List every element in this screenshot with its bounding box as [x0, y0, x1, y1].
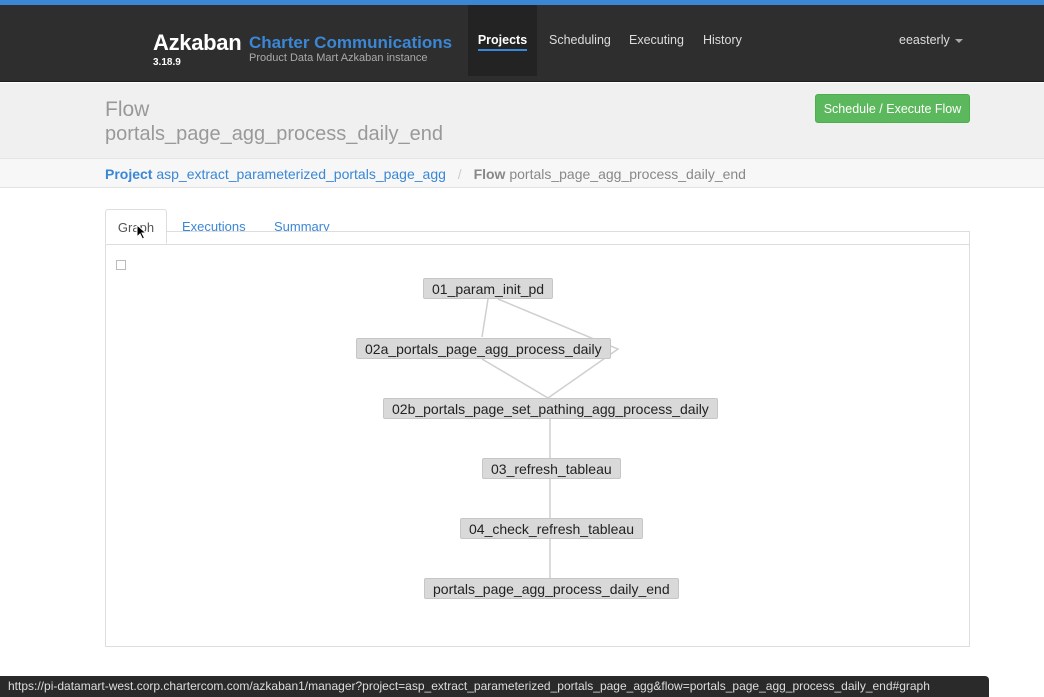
graph-node[interactable]: portals_page_agg_process_daily_end — [424, 578, 679, 599]
nav-projects[interactable]: Projects — [468, 5, 537, 76]
graph-panel: 01_param_init_pd 02a_portals_page_agg_pr… — [105, 231, 970, 647]
nav-history[interactable]: History — [703, 5, 742, 76]
graph-node[interactable]: 04_check_refresh_tableau — [460, 518, 644, 539]
graph-node[interactable]: 01_param_init_pd — [423, 278, 554, 299]
breadcrumb-project-key: Project — [105, 166, 153, 182]
flow-header: Flow portals_page_agg_process_daily_end … — [0, 83, 1044, 158]
nav-scheduling-label: Scheduling — [549, 33, 611, 47]
graph-node[interactable]: 03_refresh_tableau — [482, 458, 621, 479]
nav-executing[interactable]: Executing — [629, 5, 684, 76]
graph-node[interactable]: 02b_portals_page_set_pathing_agg_process… — [383, 398, 718, 419]
edge-n1-n2 — [481, 298, 489, 338]
schedule-execute-flow-button[interactable]: Schedule / Execute Flow — [815, 94, 970, 123]
flow-name: portals_page_agg_process_daily_end — [105, 123, 444, 145]
nav-projects-label: Projects — [477, 33, 528, 51]
mouse-cursor-icon — [136, 224, 147, 240]
brand-subtitle: Product Data Mart Azkaban instance — [249, 52, 428, 64]
breadcrumb-flow-value: portals_page_agg_process_daily_end — [509, 166, 746, 182]
brand-version: 3.18.9 — [153, 57, 181, 68]
breadcrumb-flow-key: Flow — [473, 166, 506, 182]
breadcrumb-separator: / — [457, 166, 462, 182]
breadcrumb-project-link[interactable]: asp_extract_parameterized_portals_page_a… — [156, 166, 446, 182]
page-title: Flow — [105, 98, 150, 121]
brand-logo[interactable]: Azkaban — [153, 30, 242, 56]
user-menu[interactable]: eeasterly — [899, 33, 963, 47]
user-name: eeasterly — [899, 33, 950, 47]
caret-down-icon — [954, 38, 963, 43]
status-bar-url: https://pi-datamart-west.corp.chartercom… — [0, 676, 989, 697]
nav-scheduling[interactable]: Scheduling — [549, 5, 611, 76]
graph-node[interactable]: 02a_portals_page_agg_process_daily — [356, 338, 611, 359]
navbar: Azkaban 3.18.9 Charter Communications Pr… — [0, 5, 1044, 82]
graph-canvas[interactable]: 01_param_init_pd 02a_portals_page_agg_pr… — [106, 244, 969, 646]
nav-history-label: History — [703, 33, 742, 47]
breadcrumb: Project asp_extract_parameterized_portal… — [0, 158, 1044, 188]
brand-org: Charter Communications — [249, 33, 453, 52]
nav-executing-label: Executing — [629, 33, 684, 47]
edge-n2-n3 — [481, 358, 549, 399]
